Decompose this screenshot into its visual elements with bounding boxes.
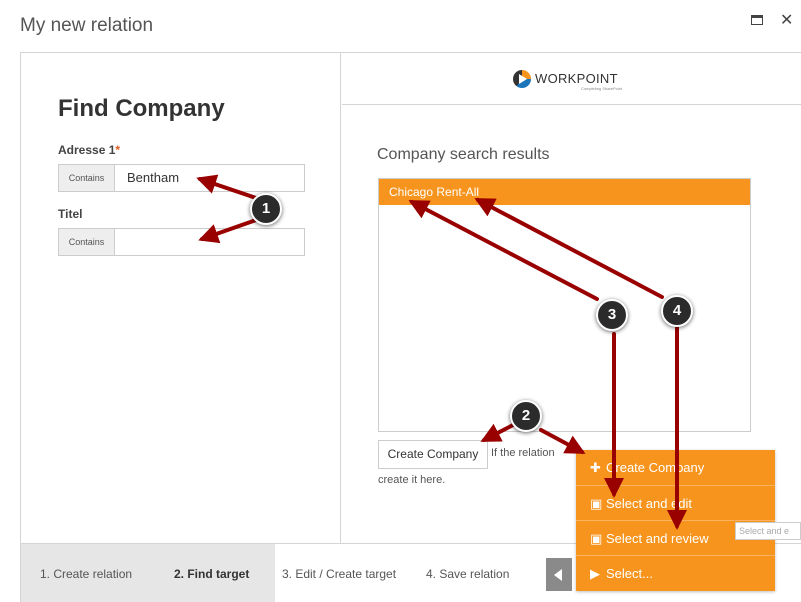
dialog-window: My new relation ✕ Find Company Adresse 1…: [0, 0, 801, 602]
title-field[interactable]: Contains: [58, 228, 305, 256]
save-icon: ▣: [590, 496, 603, 511]
address-filter-operator[interactable]: Contains: [59, 165, 115, 191]
logo-text: WORKPOINT: [535, 71, 618, 86]
workpoint-logo-icon: [513, 70, 531, 88]
logo-bar: WORKPOINT Completing SharePoint: [342, 53, 801, 105]
results-title: Company search results: [377, 146, 550, 163]
menu-item-select-and-edit[interactable]: ▣ Select and edit: [576, 485, 775, 520]
logo-tagline: Completing SharePoint: [581, 86, 623, 91]
close-button[interactable]: ✕: [780, 12, 798, 30]
save-review-icon: ▣: [590, 531, 603, 546]
create-hint-text: If the relation: [491, 447, 555, 459]
dialog-title: My new relation: [20, 15, 154, 36]
address-field[interactable]: Contains Bentham: [58, 164, 305, 192]
annotation-badge-2: 2: [510, 400, 542, 432]
select-action-menu: ✚ Create Company ▣ Select and edit ▣ Select…: [576, 450, 775, 591]
close-icon: ✕: [780, 12, 794, 29]
required-marker: *: [115, 143, 121, 157]
page-title: Find Company: [58, 95, 225, 122]
back-button[interactable]: [546, 558, 572, 591]
step-find-target: 2. Find target: [174, 567, 250, 581]
create-hint-text-continued: create it here.: [378, 474, 446, 486]
search-panel: Find Company Adresse 1* Contains Bentham…: [21, 53, 341, 543]
menu-item-select[interactable]: ▶ Select...: [576, 555, 775, 590]
annotation-badge-4: 4: [661, 295, 693, 327]
tooltip: Select and e: [735, 522, 801, 540]
maximize-icon: [751, 15, 763, 25]
address-input[interactable]: Bentham: [127, 170, 179, 185]
menu-item-create-company[interactable]: ✚ Create Company: [576, 450, 775, 485]
annotation-badge-3: 3: [596, 299, 628, 331]
step-save-relation: 4. Save relation: [426, 567, 510, 581]
maximize-button[interactable]: [749, 12, 767, 30]
play-icon: ▶: [590, 566, 600, 581]
dialog-titlebar: My new relation ✕: [0, 0, 801, 52]
address-field-label: Adresse 1*: [58, 143, 121, 157]
list-item[interactable]: Chicago Rent-All: [379, 179, 750, 205]
plus-icon: ✚: [590, 460, 601, 475]
results-list[interactable]: Chicago Rent-All: [378, 178, 751, 432]
create-company-button[interactable]: Create Company: [378, 440, 488, 469]
title-filter-operator[interactable]: Contains: [59, 229, 115, 255]
annotation-badge-1: 1: [250, 193, 282, 225]
title-field-label: Titel: [58, 207, 83, 221]
step-edit-create-target: 3. Edit / Create target: [282, 567, 397, 581]
